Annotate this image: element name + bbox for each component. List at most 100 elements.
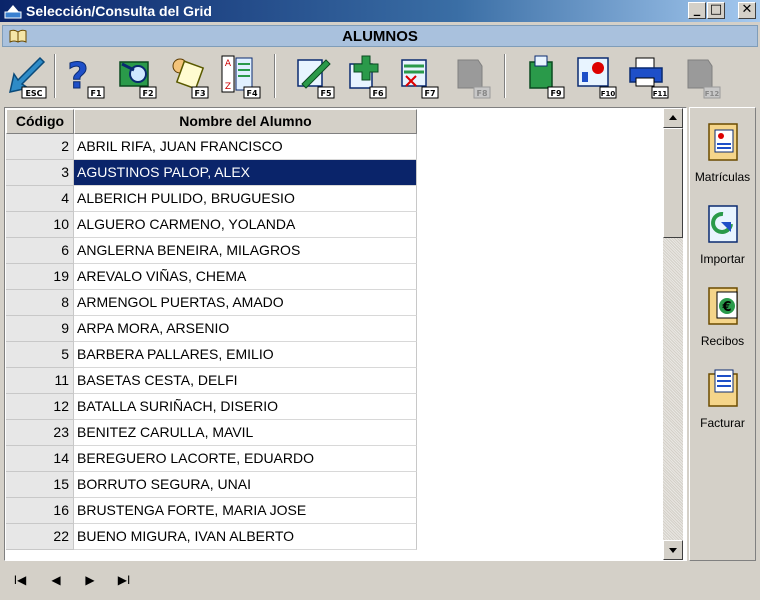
disabled-f12-button[interactable]: F12 (678, 52, 722, 100)
previous-record-button[interactable]: ◀ (44, 570, 68, 590)
student-name-cell[interactable]: ALGUERO CARMENO, YOLANDA (74, 212, 417, 238)
student-code-cell[interactable]: 23 (6, 420, 74, 446)
scroll-thumb[interactable] (663, 128, 683, 238)
key-f12: F12 (705, 90, 720, 98)
student-code-cell[interactable]: 10 (6, 212, 74, 238)
student-code-cell[interactable]: 6 (6, 238, 74, 264)
student-name-cell[interactable]: ALBERICH PULIDO, BRUGUESIO (74, 186, 417, 212)
student-code-cell[interactable]: 8 (6, 290, 74, 316)
column-header-code[interactable]: Código (6, 109, 74, 134)
student-name-cell[interactable]: BRUSTENGA FORTE, MARIA JOSE (74, 498, 417, 524)
table-row[interactable]: 3 AGUSTINOS PALOP, ALEX (6, 160, 417, 186)
search-icon: F2 (119, 61, 157, 99)
student-code-cell[interactable]: 22 (6, 524, 74, 550)
student-code-cell[interactable]: 16 (6, 498, 74, 524)
student-name-cell[interactable]: BEREGUERO LACORTE, EDUARDO (74, 446, 417, 472)
edit-note-button[interactable]: F3 (166, 52, 210, 100)
vertical-scrollbar[interactable] (663, 108, 683, 560)
key-f8: F8 (476, 89, 487, 98)
table-row[interactable]: 11 BASETAS CESTA, DELFI (6, 368, 417, 394)
student-code-cell[interactable]: 19 (6, 264, 74, 290)
student-name-cell[interactable]: BORRUTO SEGURA, UNAI (74, 472, 417, 498)
student-code-cell[interactable]: 14 (6, 446, 74, 472)
student-code-cell[interactable]: 3 (6, 160, 74, 186)
enrollments-icon (707, 123, 738, 161)
help-button[interactable]: ? F1 (62, 52, 106, 100)
table-row[interactable]: 2 ABRIL RIFA, JUAN FRANCISCO (6, 134, 417, 160)
key-f1: F1 (90, 89, 101, 98)
disabled-tool-icon: F8 (457, 59, 491, 99)
scroll-up-button[interactable] (663, 108, 683, 128)
student-name-cell[interactable]: ABRIL RIFA, JUAN FRANCISCO (74, 134, 417, 160)
close-button[interactable]: ✕ (738, 2, 756, 19)
edit-button[interactable]: F5 (292, 52, 336, 100)
student-code-cell[interactable]: 9 (6, 316, 74, 342)
first-record-button[interactable]: I◀ (8, 570, 32, 590)
student-code-cell[interactable]: 2 (6, 134, 74, 160)
section-title: ALUMNOS (342, 28, 418, 45)
key-f2: F2 (142, 89, 153, 98)
key-f7: F7 (424, 89, 435, 98)
svg-text:Z: Z (225, 82, 231, 92)
import-button[interactable]: Importar (690, 200, 755, 278)
table-row[interactable]: 6 ANGLERNA BENEIRA, MILAGROS (6, 238, 417, 264)
student-name-cell[interactable]: AREVALO VIÑAS, CHEMA (74, 264, 417, 290)
table-row[interactable]: 12 BATALLA SURIÑACH, DISERIO (6, 394, 417, 420)
key-f6: F6 (372, 89, 383, 98)
student-name-cell[interactable]: BENITEZ CARULLA, MAVIL (74, 420, 417, 446)
table-row[interactable]: 19 AREVALO VIÑAS, CHEMA (6, 264, 417, 290)
table-row[interactable]: 4 ALBERICH PULIDO, BRUGUESIO (6, 186, 417, 212)
student-code-cell[interactable]: 5 (6, 342, 74, 368)
next-record-button[interactable]: ▶ (78, 570, 102, 590)
enrollments-label: Matrículas (694, 170, 751, 184)
scroll-down-button[interactable] (663, 540, 683, 560)
student-name-cell[interactable]: AGUSTINOS PALOP, ALEX (74, 160, 417, 186)
print-button[interactable]: F11 (626, 52, 670, 100)
disabled-f8-button[interactable]: F8 (448, 52, 492, 100)
student-name-cell[interactable]: ARMENGOL PUERTAS, AMADO (74, 290, 417, 316)
student-code-cell[interactable]: 4 (6, 186, 74, 212)
key-f11: F11 (653, 90, 668, 98)
table-row[interactable]: 10 ALGUERO CARMENO, YOLANDA (6, 212, 417, 238)
enrollments-button[interactable]: Matrículas (690, 118, 755, 196)
add-button[interactable]: F6 (344, 52, 388, 100)
student-name-cell[interactable]: ANGLERNA BENEIRA, MILAGROS (74, 238, 417, 264)
table-row[interactable]: 23 BENITEZ CARULLA, MAVIL (6, 420, 417, 446)
student-code-cell[interactable]: 11 (6, 368, 74, 394)
minimize-button[interactable]: _ (688, 2, 706, 19)
student-code-cell[interactable]: 15 (6, 472, 74, 498)
maximize-button[interactable]: □ (707, 2, 725, 19)
edit-icon: F5 (297, 59, 335, 99)
column-header-name[interactable]: Nombre del Alumno (74, 109, 417, 134)
student-name-cell[interactable]: BASETAS CESTA, DELFI (74, 368, 417, 394)
grid-rows: 2 ABRIL RIFA, JUAN FRANCISCO 3 AGUSTINOS PA… (6, 134, 417, 550)
table-row[interactable]: 14 BEREGUERO LACORTE, EDUARDO (6, 446, 417, 472)
student-name-cell[interactable]: BATALLA SURIÑACH, DISERIO (74, 394, 417, 420)
student-name-cell[interactable]: BUENO MIGURA, IVAN ALBERTO (74, 524, 417, 550)
student-name-cell[interactable]: BARBERA PALLARES, EMILIO (74, 342, 417, 368)
key-f4: F4 (246, 89, 257, 98)
table-row[interactable]: 22 BUENO MIGURA, IVAN ALBERTO (6, 524, 417, 550)
receipts-button[interactable]: € Recibos (690, 282, 755, 360)
invoice-icon (707, 369, 738, 407)
table-row[interactable]: 15 BORRUTO SEGURA, UNAI (6, 472, 417, 498)
import-icon (707, 205, 738, 243)
delete-button[interactable]: F7 (396, 52, 440, 100)
toolbar-separator (54, 54, 56, 98)
student-code-cell[interactable]: 12 (6, 394, 74, 420)
table-row[interactable]: 16 BRUSTENGA FORTE, MARIA JOSE (6, 498, 417, 524)
sort-button[interactable]: A Z F4 (218, 52, 262, 100)
sort-az-icon: A Z F4 (221, 55, 261, 99)
chart-button[interactable]: F10 (574, 52, 618, 100)
table-row[interactable]: 5 BARBERA PALLARES, EMILIO (6, 342, 417, 368)
invoice-button[interactable]: Facturar (690, 364, 755, 442)
clip-button[interactable]: F9 (522, 52, 566, 100)
student-name-cell[interactable]: ARPA MORA, ARSENIO (74, 316, 417, 342)
exit-button[interactable]: ESC (4, 52, 48, 100)
search-button[interactable]: F2 (114, 52, 158, 100)
table-row[interactable]: 8 ARMENGOL PUERTAS, AMADO (6, 290, 417, 316)
last-record-button[interactable]: ▶I (112, 570, 136, 590)
table-row[interactable]: 9 ARPA MORA, ARSENIO (6, 316, 417, 342)
clipboard-icon: F9 (529, 55, 565, 99)
toolbar-separator (274, 54, 276, 98)
